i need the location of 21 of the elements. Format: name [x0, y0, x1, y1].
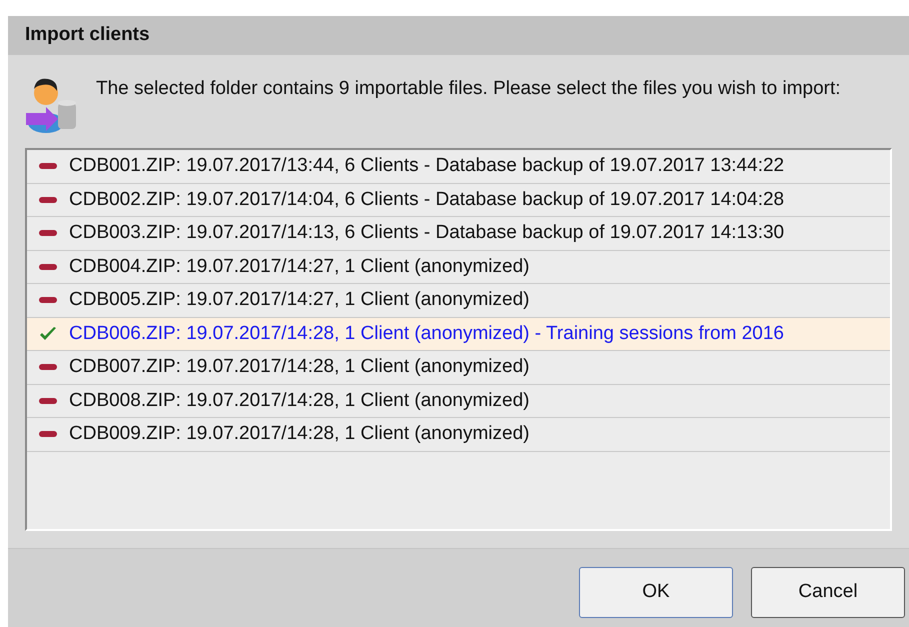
file-list-item[interactable]: CDB006.ZIP: 19.07.2017/14:28, 1 Client (anonymized) - Training sessions from 2016: [27, 318, 890, 351]
dash-icon: [39, 398, 57, 404]
dialog-button[interactable]: OK: [579, 567, 733, 618]
file-list-item[interactable]: CDB004.ZIP: 19.07.2017/14:27, 1 Client (anonymized): [27, 250, 890, 284]
dash-icon: [39, 230, 57, 236]
file-list-item[interactable]: CDB003.ZIP: 19.07.2017/14:13, 6 Clients - Database backup of 19.07.2017 14:13:30: [27, 217, 890, 250]
file-list-item[interactable]: CDB009.ZIP: 19.07.2017/14:28, 1 Client (anonymized): [27, 418, 890, 452]
dialog-title: Import clients: [8, 16, 909, 55]
dash-icon: [39, 264, 57, 270]
file-list-item[interactable]: CDB007.ZIP: 19.07.2017/14:28, 1 Client (anonymized): [27, 351, 890, 384]
dash-icon: [39, 364, 57, 370]
checkmark-icon: [39, 326, 57, 342]
message-text: The selected folder contains 9 importable files. Please select the files you wish to import:: [96, 77, 841, 101]
file-list-item[interactable]: CDB001.ZIP: 19.07.2017/13:44, 6 Clients - Database backup of 19.07.2017 13:44:22: [27, 150, 890, 184]
dash-icon: [39, 431, 57, 438]
dash-icon: [39, 297, 57, 304]
dash-icon: [39, 196, 57, 203]
dash-icon: [39, 163, 57, 170]
file-list-item[interactable]: CDB002.ZIP: 19.07.2017/14:04, 6 Clients - Database backup of 19.07.2017 14:04:28: [27, 184, 890, 217]
file-list-item[interactable]: CDB008.ZIP: 19.07.2017/14:28, 1 Client (anonymized): [27, 384, 890, 418]
dialog-button[interactable]: Cancel: [751, 567, 905, 618]
